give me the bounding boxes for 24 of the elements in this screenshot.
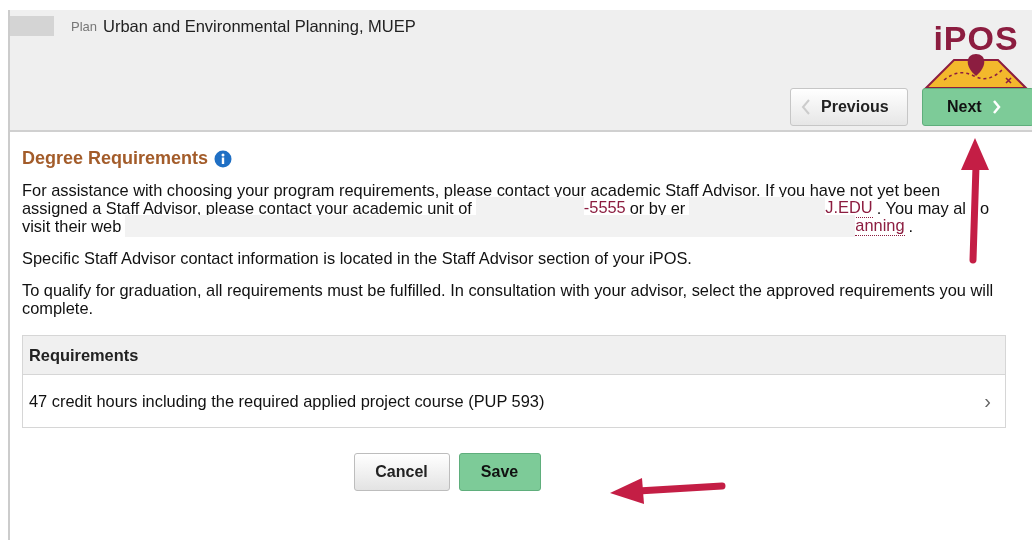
link[interactable]: anning bbox=[855, 216, 905, 236]
chevron-right-icon bbox=[991, 99, 1002, 115]
paragraph-text: . bbox=[908, 216, 914, 236]
map-pin-icon bbox=[924, 54, 1028, 90]
paragraph-text: To qualify for graduation, all requirements must be fulfilled. In consultation with your advisor, select the approved requirements you will complete. bbox=[22, 281, 995, 317]
paragraph-text: o bbox=[980, 198, 990, 218]
paragraph-text: Specific Staff Advisor contact information is located in the Staff Advisor section of your iPOS. bbox=[22, 249, 693, 267]
next-button[interactable]: Next bbox=[922, 88, 1032, 126]
table-header: Requirements bbox=[23, 336, 1005, 375]
requirement-text: 47 credit hours including the required applied project course (PUP 593) bbox=[29, 391, 545, 411]
paragraph-text: assigned a Staff Advisor, please contact your academic unit of bbox=[22, 198, 472, 218]
cancel-button[interactable]: Cancel bbox=[353, 453, 450, 491]
paragraph-text: visit their web bbox=[22, 216, 122, 236]
logo-text: iPOS bbox=[933, 22, 1019, 54]
chevron-left-icon bbox=[801, 99, 811, 115]
plan-label: Plan bbox=[71, 18, 98, 34]
info-icon[interactable] bbox=[214, 149, 233, 168]
save-button[interactable]: Save bbox=[458, 453, 541, 491]
previous-button[interactable]: Previous bbox=[790, 88, 908, 126]
requirement-row[interactable]: 47 credit hours including the required applied project course (PUP 593) › bbox=[23, 375, 1005, 427]
paragraph-text: . You may al bbox=[876, 198, 966, 218]
chevron-icon: › bbox=[984, 389, 991, 413]
plan-name: Urban and Environmental Planning, MUEP bbox=[103, 16, 416, 36]
section-title: Degree Requirements bbox=[22, 148, 209, 169]
